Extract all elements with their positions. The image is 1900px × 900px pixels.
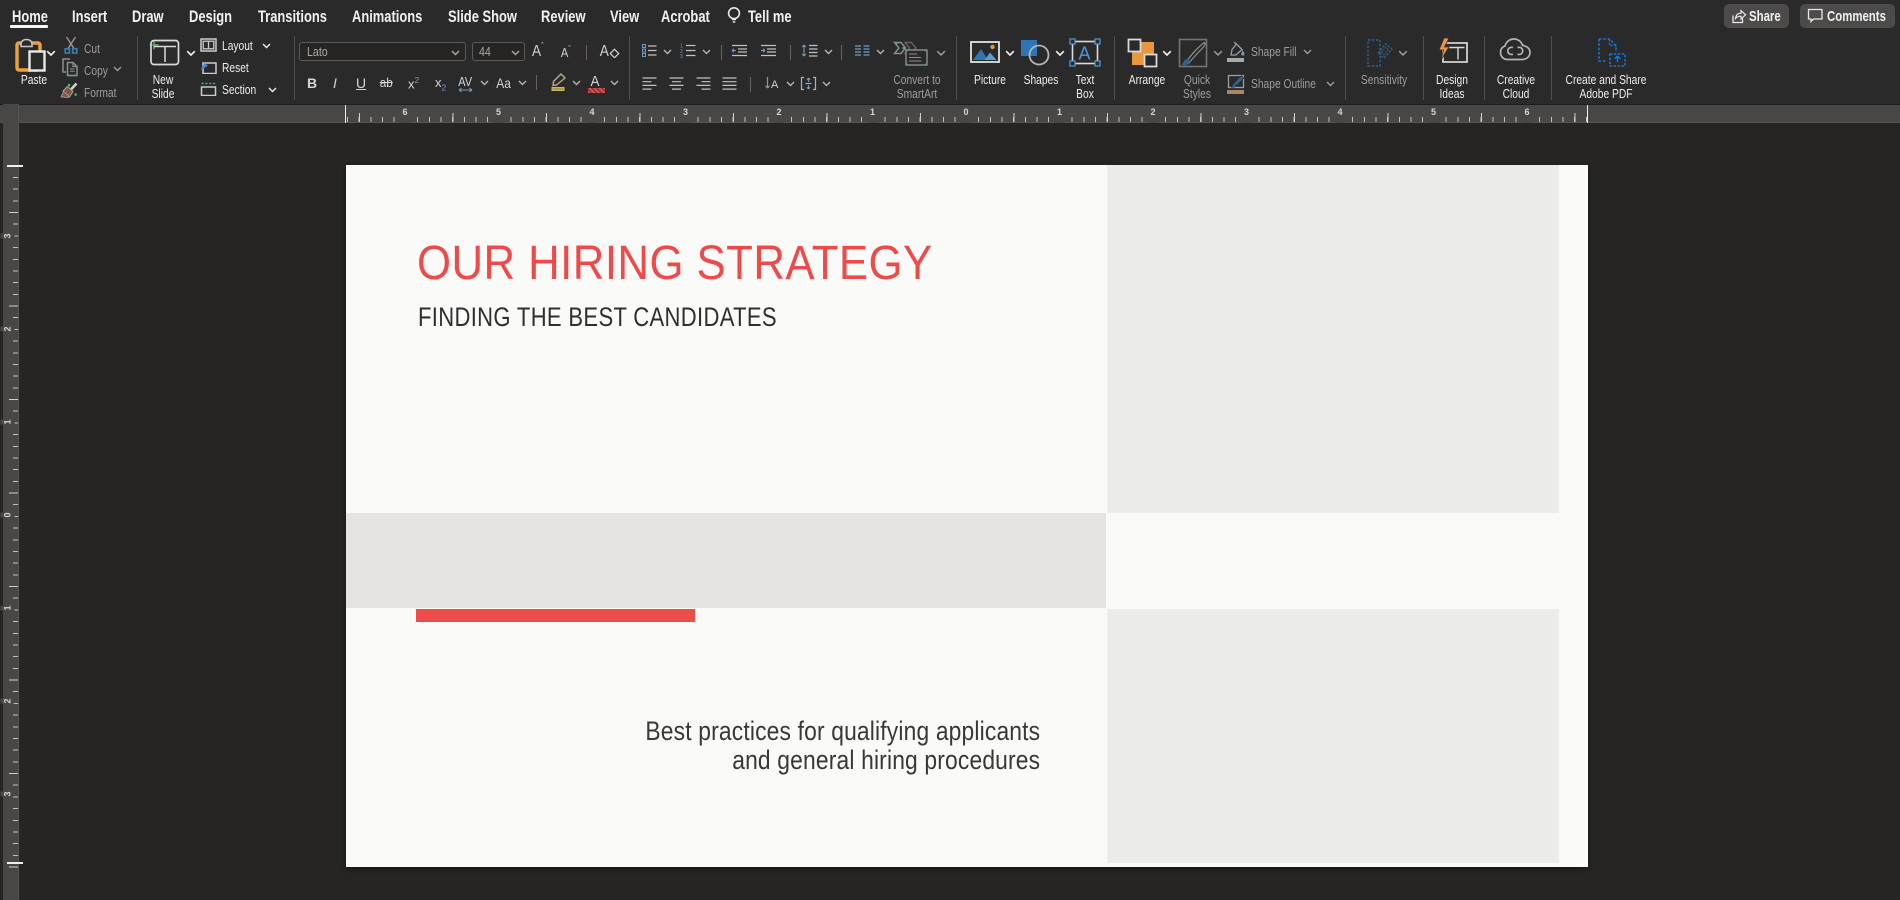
svg-text:3: 3 bbox=[680, 54, 683, 58]
svg-text:A: A bbox=[1079, 44, 1091, 64]
svg-text:A: A bbox=[771, 79, 779, 91]
